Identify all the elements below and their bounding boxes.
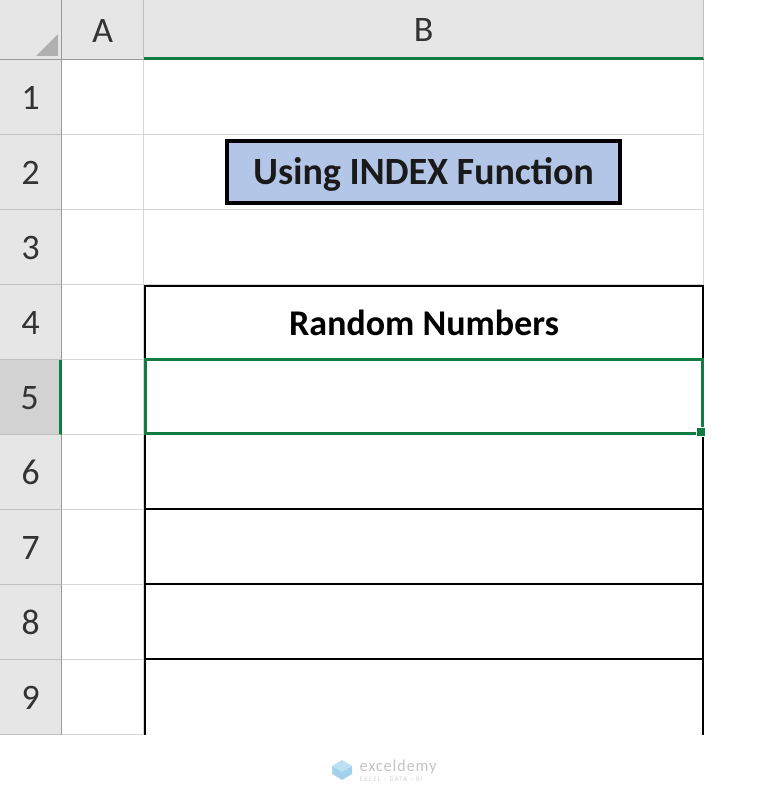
cell-selection <box>144 358 704 435</box>
watermark: exceldemy EXCEL · DATA · BI <box>330 758 438 782</box>
cell-a2[interactable] <box>62 135 144 210</box>
watermark-text: exceldemy EXCEL · DATA · BI <box>360 759 438 782</box>
row-header-3[interactable]: 3 <box>0 210 62 285</box>
watermark-main: exceldemy <box>360 759 438 775</box>
col-header-b[interactable]: B <box>144 0 704 60</box>
cell-a7[interactable] <box>62 510 144 585</box>
cell-a1[interactable] <box>62 60 144 135</box>
cell-b6[interactable] <box>144 435 704 510</box>
row-header-9[interactable]: 9 <box>0 660 62 735</box>
cell-b3[interactable] <box>144 210 704 285</box>
cell-a8[interactable] <box>62 585 144 660</box>
row-header-4[interactable]: 4 <box>0 285 62 360</box>
select-all-icon <box>36 34 58 56</box>
cell-b9[interactable] <box>144 660 704 735</box>
cell-b7[interactable] <box>144 510 704 585</box>
spreadsheet-grid: A B 1 2 Using INDEX Function 3 4 Random … <box>0 0 767 735</box>
cell-b4-table-header[interactable]: Random Numbers <box>144 285 704 360</box>
cell-a3[interactable] <box>62 210 144 285</box>
col-header-a[interactable]: A <box>62 0 144 60</box>
select-all-corner[interactable] <box>0 0 62 60</box>
row-header-1[interactable]: 1 <box>0 60 62 135</box>
cell-b8[interactable] <box>144 585 704 660</box>
cell-a5[interactable] <box>62 360 144 435</box>
cell-b5[interactable] <box>144 360 704 435</box>
row-header-6[interactable]: 6 <box>0 435 62 510</box>
cell-a6[interactable] <box>62 435 144 510</box>
row-header-8[interactable]: 8 <box>0 585 62 660</box>
cell-a9[interactable] <box>62 660 144 735</box>
cell-a4[interactable] <box>62 285 144 360</box>
watermark-sub: EXCEL · DATA · BI <box>360 775 438 782</box>
row-header-5[interactable]: 5 <box>0 360 62 435</box>
watermark-icon <box>330 758 354 782</box>
cell-b1[interactable] <box>144 60 704 135</box>
title-box: Using INDEX Function <box>225 139 622 205</box>
cell-b2[interactable]: Using INDEX Function <box>144 135 704 210</box>
row-header-2[interactable]: 2 <box>0 135 62 210</box>
row-header-7[interactable]: 7 <box>0 510 62 585</box>
